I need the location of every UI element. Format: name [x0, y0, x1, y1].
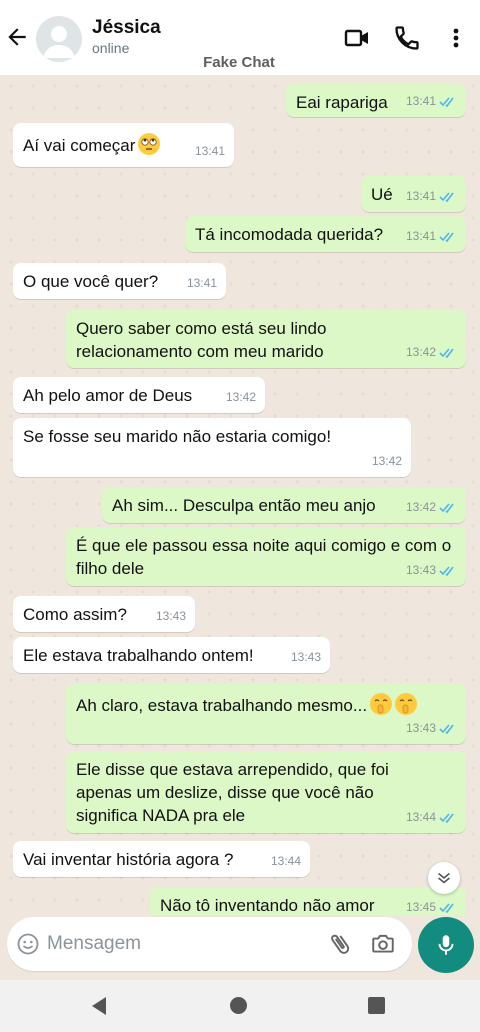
- message-time: 13:44: [405, 810, 436, 824]
- double-chevron-down-icon: [438, 872, 450, 884]
- message-time: 13:41: [194, 144, 225, 158]
- message-text: O que você quer?: [23, 272, 159, 291]
- double-check-read-icon: [439, 903, 454, 913]
- nav-recents-icon[interactable]: [368, 997, 385, 1014]
- phone-icon[interactable]: [393, 24, 421, 52]
- message-bubble-outgoing[interactable]: Quero saber como está seu lindo relacion…: [66, 310, 466, 368]
- message-meta: 13:41: [187, 272, 217, 295]
- message-meta: 13:41: [195, 140, 225, 163]
- double-check-read-icon: [439, 724, 454, 734]
- nav-home-icon[interactable]: [230, 997, 247, 1014]
- message-time: 13:43: [155, 609, 186, 623]
- double-check-read-icon: [439, 232, 454, 242]
- double-check-read-icon: [439, 348, 454, 358]
- message-text: Ah pelo amor de Deus: [23, 386, 193, 405]
- message-meta: 13:42: [226, 386, 256, 409]
- attach-clip-icon[interactable]: [327, 931, 353, 957]
- message-text: É que ele passou essa noite aqui comigo …: [76, 536, 452, 578]
- message-time: 13:41: [405, 229, 436, 243]
- message-bubble-outgoing[interactable]: É que ele passou essa noite aqui comigo …: [66, 527, 466, 586]
- message-meta: 13:45: [406, 896, 457, 915]
- message-text: Ué: [371, 185, 393, 204]
- message-time: 13:41: [405, 94, 436, 108]
- message-meta: 13:42: [372, 450, 402, 473]
- message-time: 13:42: [225, 390, 256, 404]
- message-meta: 13:43: [156, 605, 186, 628]
- double-check-read-icon: [439, 192, 454, 202]
- double-check-read-icon: [439, 813, 454, 823]
- message-time: 13:41: [186, 276, 217, 290]
- message-meta: 13:44: [406, 806, 457, 829]
- message-meta: 13:43: [291, 646, 321, 669]
- message-time: 13:41: [405, 189, 436, 203]
- message-input-placeholder[interactable]: Mensagem: [47, 933, 141, 955]
- message-text: Se fosse seu marido não estaria comigo!: [23, 427, 332, 446]
- mic-button[interactable]: [418, 917, 474, 973]
- rolling-eyes-emoji-icon: [138, 133, 161, 155]
- message-time: 13:43: [290, 650, 321, 664]
- message-text: Não tô inventando não amor: [160, 896, 375, 915]
- scroll-to-bottom-button[interactable]: [428, 862, 460, 894]
- mic-icon: [438, 935, 454, 955]
- video-call-icon[interactable]: [343, 24, 371, 52]
- more-options-icon[interactable]: [442, 24, 470, 52]
- message-meta: 13:43: [406, 717, 457, 740]
- message-meta: 13:41: [406, 90, 457, 113]
- contact-name[interactable]: Jéssica: [92, 17, 161, 39]
- message-input-bar[interactable]: Mensagem: [7, 917, 412, 971]
- message-text: Quero saber como está seu lindo relacion…: [76, 319, 327, 361]
- message-text: Tá incomodada querida?: [195, 225, 384, 244]
- message-text: Aí vai começar: [23, 136, 136, 155]
- message-meta: 13:41: [406, 185, 457, 208]
- message-text: Ele disse que estava arrependido, que fo…: [76, 760, 389, 825]
- double-check-read-icon: [439, 566, 454, 576]
- message-bubble-outgoing[interactable]: Tá incomodada querida? 13:41: [185, 216, 466, 252]
- nav-back-icon[interactable]: [92, 997, 106, 1015]
- message-text: Eai rapariga: [296, 93, 388, 112]
- double-check-read-icon: [439, 503, 454, 513]
- back-arrow-icon[interactable]: [4, 24, 30, 50]
- message-text: Ah claro, estava trabalhando mesmo...: [76, 696, 368, 715]
- system-nav-bar: [0, 980, 480, 1032]
- message-time: 13:45: [405, 900, 436, 914]
- message-text: Ah sim... Desculpa então meu anjo: [112, 496, 376, 515]
- message-time: 13:42: [405, 345, 436, 359]
- double-check-read-icon: [439, 97, 454, 107]
- chat-area[interactable]: Eai rapariga 13:41 Aí vai começar 13:41 …: [0, 75, 480, 915]
- shushing-face-emoji-icon: [370, 693, 393, 715]
- message-bubble-outgoing[interactable]: Eai rapariga 13:41: [286, 84, 466, 117]
- message-time: 13:42: [405, 500, 436, 514]
- message-bubble-incoming[interactable]: Ele estava trabalhando ontem! 13:43: [13, 637, 330, 673]
- fake-chat-watermark: Fake Chat: [203, 54, 275, 71]
- camera-icon[interactable]: [370, 931, 396, 957]
- message-time: 13:44: [270, 854, 301, 868]
- message-meta: 13:42: [406, 496, 457, 519]
- message-time: 13:43: [405, 721, 436, 735]
- message-bubble-incoming[interactable]: Aí vai começar 13:41: [13, 123, 234, 167]
- message-text: Como assim?: [23, 605, 127, 624]
- message-bubble-incoming[interactable]: Vai inventar história agora ? 13:44: [13, 841, 310, 877]
- message-meta: 13:44: [271, 850, 301, 873]
- shushing-face-emoji-icon: [395, 693, 418, 715]
- message-meta: 13:41: [406, 225, 457, 248]
- message-meta: 13:42: [406, 341, 457, 364]
- emoji-icon[interactable]: [16, 932, 40, 956]
- message-bubble-incoming[interactable]: Como assim? 13:43: [13, 596, 195, 632]
- message-text: Ele estava trabalhando ontem!: [23, 646, 254, 665]
- message-bubble-outgoing[interactable]: Ué 13:41: [361, 176, 466, 212]
- message-meta: 13:43: [406, 559, 457, 582]
- message-text: Vai inventar história agora ?: [23, 850, 234, 869]
- message-bubble-outgoing[interactable]: Ah sim... Desculpa então meu anjo 13:42: [102, 487, 466, 523]
- message-bubble-outgoing[interactable]: Ele disse que estava arrependido, que fo…: [66, 751, 466, 833]
- message-bubble-outgoing[interactable]: Não tô inventando não amor 13:45: [150, 887, 466, 915]
- chat-header: Jéssica online Fake Chat: [0, 0, 480, 75]
- message-bubble-incoming[interactable]: Se fosse seu marido não estaria comigo! …: [13, 418, 411, 477]
- message-time: 13:42: [371, 454, 402, 468]
- message-bubble-incoming[interactable]: O que você quer? 13:41: [13, 263, 226, 299]
- message-bubble-outgoing[interactable]: Ah claro, estava trabalhando mesmo... 13…: [66, 684, 466, 744]
- message-bubble-incoming[interactable]: Ah pelo amor de Deus 13:42: [13, 377, 265, 413]
- message-time: 13:43: [405, 563, 436, 577]
